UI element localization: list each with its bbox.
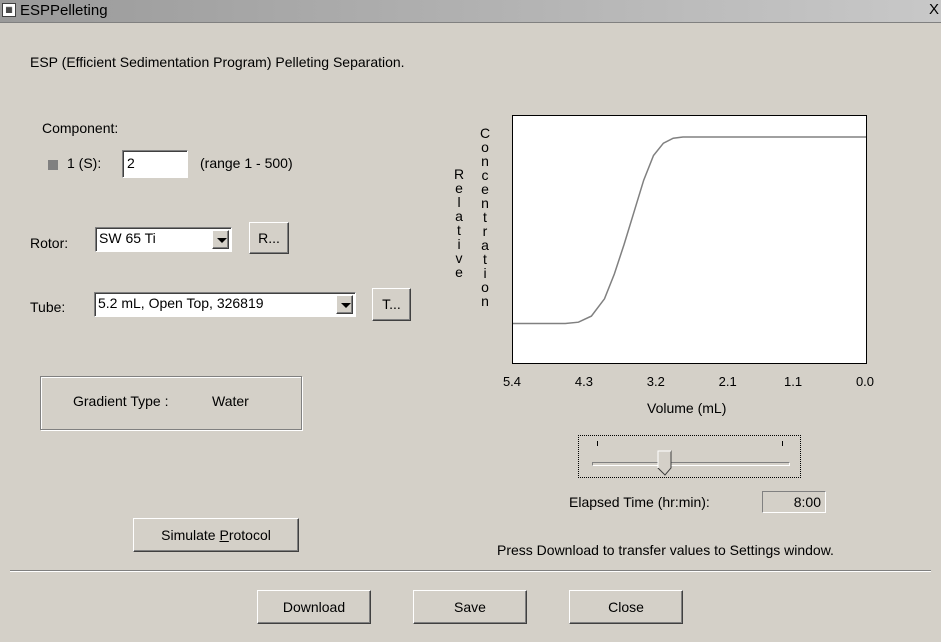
title-bar: ▦ ESPPelleting X: [0, 0, 941, 23]
separator: [10, 570, 931, 572]
y-axis-label-char: R: [453, 166, 465, 182]
y-axis-label-char: n: [481, 195, 489, 211]
tube-dropdown-button[interactable]: [336, 295, 353, 314]
elapsed-time-label: Elapsed Time (hr:min):: [569, 494, 710, 510]
component-range-text: (range 1 - 500): [200, 155, 293, 171]
x-tick-label: 1.1: [784, 374, 803, 389]
window-title: ESPPelleting: [20, 2, 108, 19]
x-tick-labels: 5.4 4.3 3.2 2.1 1.1 0.0: [500, 374, 880, 392]
y-axis-label-char: c: [481, 167, 489, 183]
simulate-accel-key: P: [219, 527, 229, 543]
chevron-down-icon: [217, 238, 227, 243]
y-axis-label-char: i: [457, 236, 461, 252]
y-axis-label-char: o: [481, 279, 489, 295]
y-axis-label-char: e: [481, 181, 489, 197]
concentration-plot: [512, 115, 867, 364]
time-slider-thumb[interactable]: [657, 450, 673, 476]
slider-tick-start: [597, 441, 598, 446]
save-button[interactable]: Save: [413, 590, 527, 624]
simulate-label-post: rotocol: [228, 527, 271, 543]
y-axis-label-char: t: [457, 222, 461, 238]
download-button[interactable]: Download: [257, 590, 371, 624]
rotor-dropdown-button[interactable]: [212, 230, 229, 249]
chevron-down-icon: [341, 303, 351, 308]
y-axis-label-char: r: [482, 223, 488, 239]
y-axis-label-char: a: [455, 208, 463, 224]
x-tick-label: 3.2: [646, 374, 665, 389]
slider-tick-end: [782, 441, 783, 446]
gradient-type-box: Gradient Type : Water: [40, 376, 302, 430]
concentration-series-line: [513, 136, 866, 325]
y-axis-label-char: o: [481, 139, 489, 155]
y-axis-label-char: v: [455, 250, 463, 266]
y-axis-label-char: l: [457, 194, 461, 210]
x-axis-label: Volume (mL): [647, 400, 727, 416]
download-hint-text: Press Download to transfer values to Set…: [497, 542, 834, 558]
gradient-type-value: Water: [212, 393, 249, 409]
tube-select[interactable]: 5.2 mL, Open Top, 326819: [94, 292, 356, 317]
time-slider-track[interactable]: [592, 462, 790, 466]
component-color-swatch: [48, 160, 58, 170]
x-tick-label: 4.3: [574, 374, 593, 389]
y-axis-label-char: C: [479, 125, 491, 141]
rotor-details-button[interactable]: R...: [249, 222, 289, 254]
simulate-label-pre: Simulate: [161, 527, 220, 543]
x-tick-label: 5.4: [502, 374, 522, 389]
component-item-label: 1 (S):: [67, 155, 102, 171]
y-axis-label: Relative: [452, 167, 466, 279]
x-tick-label: 0.0: [855, 374, 875, 389]
x-tick-label: 2.1: [718, 374, 737, 389]
y-axis-label-char: t: [483, 209, 487, 225]
tube-selected-text: 5.2 mL, Open Top, 326819: [98, 295, 264, 311]
rotor-label: Rotor:: [30, 235, 69, 251]
component-value-input[interactable]: 2: [122, 150, 188, 178]
y-axis-label-char: t: [483, 251, 487, 267]
close-button[interactable]: Close: [569, 590, 683, 624]
component-label: Component:: [42, 120, 119, 136]
y-axis-label-char: n: [481, 293, 489, 309]
time-slider-focus-frame: [578, 435, 801, 478]
plot-canvas: [513, 136, 866, 325]
y-axis-label-char: e: [455, 264, 463, 280]
tube-details-button[interactable]: T...: [372, 288, 411, 321]
simulate-protocol-button[interactable]: Simulate Protocol: [133, 518, 299, 552]
close-window-icon[interactable]: X: [929, 1, 939, 18]
elapsed-time-value: 8:00: [762, 491, 826, 513]
description-text: ESP (Efficient Sedimentation Program) Pe…: [30, 54, 405, 70]
y-axis-label-char: a: [481, 237, 489, 253]
y-axis-label-2: Concentration: [478, 126, 492, 308]
y-axis-label-char: n: [481, 153, 489, 169]
app-icon: ▦: [2, 3, 16, 17]
rotor-selected-text: SW 65 Ti: [99, 230, 156, 246]
y-axis-label-char: e: [455, 180, 463, 196]
y-axis-label-char: i: [483, 265, 487, 281]
tube-label: Tube:: [30, 299, 66, 315]
rotor-select[interactable]: SW 65 Ti: [95, 227, 232, 252]
component-value-text: 2: [127, 155, 135, 171]
gradient-type-label: Gradient Type :: [73, 393, 169, 409]
